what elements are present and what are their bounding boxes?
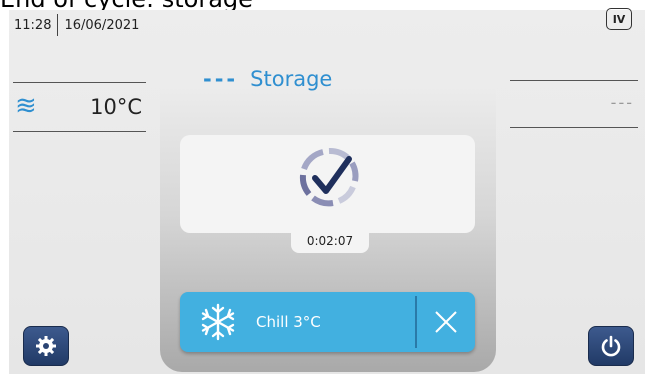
- power-button[interactable]: [588, 326, 634, 366]
- air-temperature-panel: ≋ 10°C: [13, 82, 146, 132]
- status-divider: [57, 14, 59, 36]
- caption: End of cycle: storage: [0, 0, 646, 10]
- level-badge[interactable]: IV: [606, 8, 632, 30]
- current-date: 16/06/2021: [64, 17, 140, 33]
- probe-value: ---: [610, 93, 634, 112]
- cycle-title: --- Storage: [203, 67, 332, 91]
- ventilation-wave-icon: ≋: [15, 91, 37, 121]
- cycle-timer: 0:02:07: [291, 229, 369, 253]
- probe-panel: ---: [510, 80, 638, 128]
- settings-button[interactable]: [23, 326, 69, 366]
- program-label: Chill 3°C: [256, 313, 321, 331]
- cycle-title-dashes: ---: [203, 67, 239, 91]
- clock-time: 11:28: [14, 17, 52, 33]
- status-bar: 11:28 16/06/2021: [14, 14, 140, 36]
- program-bar[interactable]: Chill 3°C: [180, 292, 475, 352]
- gear-icon: [36, 336, 56, 356]
- close-icon: [435, 311, 457, 333]
- cycle-title-text: Storage: [250, 67, 333, 91]
- air-temperature: 10°C: [90, 95, 142, 119]
- cancel-cycle-button[interactable]: [417, 292, 475, 352]
- power-icon: [601, 335, 621, 357]
- check-complete-icon: [299, 147, 359, 207]
- snowflake-icon: [201, 303, 235, 341]
